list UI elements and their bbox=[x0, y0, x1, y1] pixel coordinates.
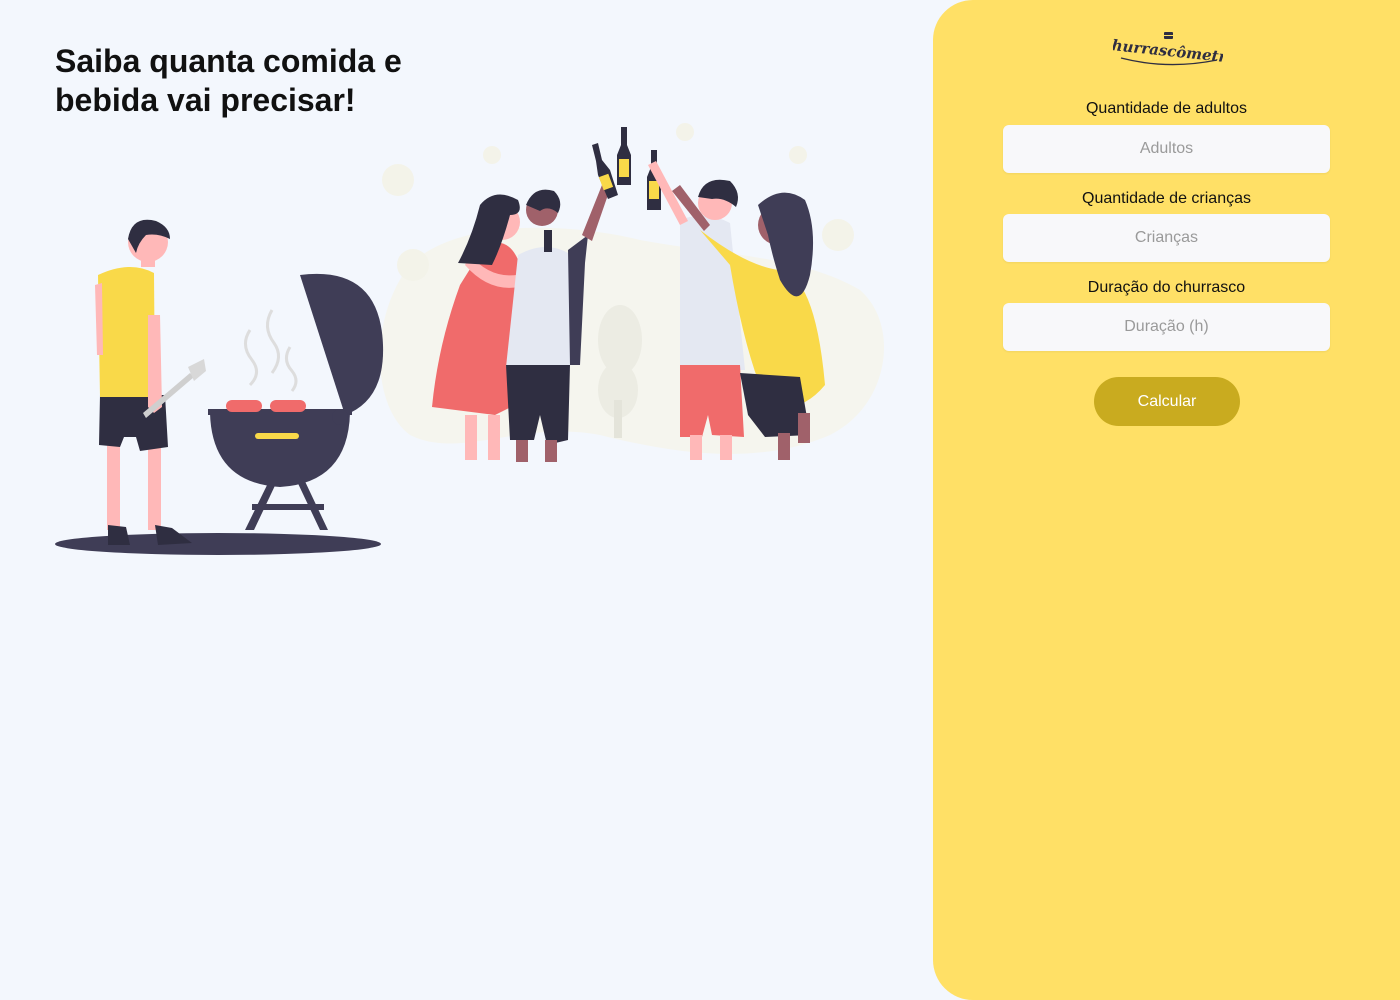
adults-input[interactable] bbox=[1003, 125, 1330, 173]
page: Saiba quanta comida e bebida vai precisa… bbox=[0, 0, 1400, 1000]
duration-input[interactable] bbox=[1003, 303, 1330, 351]
calculator-panel: Churrascômetro Quantidade de adultos Qua… bbox=[933, 0, 1400, 1000]
children-label: Quantidade de crianças bbox=[1082, 190, 1251, 207]
calculate-button[interactable]: Calcular bbox=[1094, 377, 1240, 426]
adults-label: Quantidade de adultos bbox=[1085, 100, 1247, 117]
churrascometro-logo: Churrascômetro bbox=[1113, 32, 1223, 67]
children-input[interactable] bbox=[1003, 214, 1330, 262]
page-title: Saiba quanta comida e bebida vai precisa… bbox=[55, 43, 402, 118]
duration-label: Duração do churrasco bbox=[1087, 279, 1246, 296]
barbecue-party-illustration bbox=[55, 123, 884, 555]
